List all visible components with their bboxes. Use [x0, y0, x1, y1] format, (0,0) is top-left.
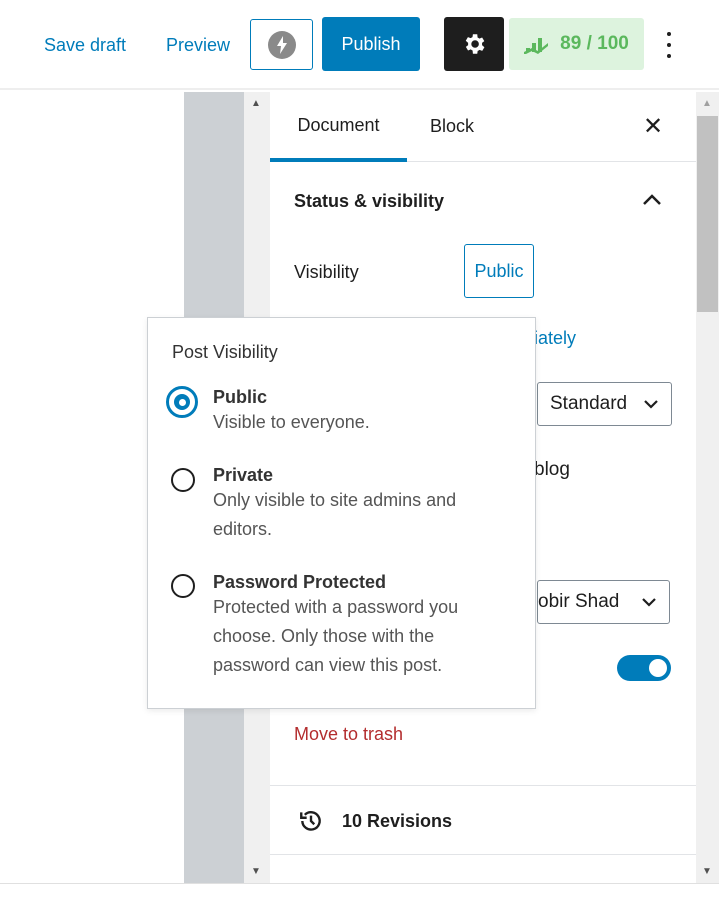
save-draft-button[interactable]: Save draft: [44, 35, 126, 56]
option-password-text: Password Protected Protected with a pass…: [213, 572, 503, 680]
more-options-button[interactable]: [667, 32, 671, 58]
chart-icon: [524, 38, 549, 54]
publish-date-link[interactable]: iately: [534, 328, 576, 349]
popover-title: Post Visibility: [172, 342, 278, 362]
option-label: Private: [213, 465, 274, 485]
revisions-link: 10 Revisions: [342, 811, 453, 831]
visibility-toggle-button[interactable]: Public: [464, 244, 534, 298]
option-label: Public: [213, 387, 268, 407]
option-label: Password Protected: [213, 572, 387, 592]
history-icon: [300, 811, 321, 831]
sticky-label: blog: [534, 459, 570, 480]
post-format-value: Standard: [550, 393, 628, 414]
sidebar-scrollbar[interactable]: ▲ ▼: [696, 92, 719, 883]
scroll-down-icon[interactable]: ▼: [702, 866, 712, 877]
close-icon[interactable]: ✕: [643, 112, 663, 141]
sidebar-tabs: Document Block ✕: [270, 92, 696, 162]
tab-document[interactable]: Document: [270, 92, 407, 162]
dot: [667, 43, 671, 47]
post-format-select[interactable]: Standard: [537, 382, 672, 426]
editor-header: Save draft Preview Publish 89 / 100: [0, 0, 719, 90]
seo-score-button[interactable]: 89 / 100: [509, 18, 644, 70]
scrollbar-thumb[interactable]: [697, 116, 718, 312]
settings-button[interactable]: [444, 17, 504, 71]
status-visibility-title[interactable]: Status & visibility: [294, 191, 444, 212]
author-select[interactable]: obir Shad: [537, 580, 670, 624]
revisions-panel[interactable]: 10 Revisions: [270, 785, 696, 855]
pending-review-toggle[interactable]: [617, 655, 671, 681]
post-visibility-popover: Post Visibility Public Visible to everyo…: [147, 317, 536, 709]
lightning-icon: [267, 30, 296, 59]
scroll-up-icon[interactable]: ▲: [702, 98, 712, 109]
tab-block[interactable]: Block: [430, 116, 474, 137]
seo-score: 89 / 100: [560, 33, 629, 54]
option-description: Visible to everyone.: [213, 412, 370, 432]
chevron-down-icon: [644, 400, 658, 409]
toggle-knob: [649, 659, 667, 677]
author-value: obir Shad: [538, 591, 620, 612]
dot: [667, 32, 671, 36]
gear-icon: [465, 34, 485, 54]
chevron-up-icon[interactable]: [642, 192, 662, 206]
scroll-up-icon[interactable]: ▲: [251, 98, 261, 109]
visibility-option-public[interactable]: [166, 386, 198, 418]
dot: [667, 54, 671, 58]
option-public-text: Public Visible to everyone.: [213, 387, 513, 437]
radio-public[interactable]: [166, 386, 198, 418]
option-description: Only visible to site admins and editors.: [213, 490, 457, 539]
amp-button[interactable]: [250, 19, 313, 70]
scroll-down-icon[interactable]: ▼: [251, 866, 261, 877]
preview-button[interactable]: Preview: [166, 35, 230, 56]
option-description: Protected with a password you choose. On…: [213, 597, 459, 675]
radio-password-protected[interactable]: [171, 574, 195, 598]
option-private-text: Private Only visible to site admins and …: [213, 465, 493, 544]
footer: [0, 883, 719, 918]
radio-private[interactable]: [171, 468, 195, 492]
visibility-label: Visibility: [294, 262, 359, 282]
move-to-trash-link[interactable]: Move to trash: [294, 724, 403, 745]
chevron-down-icon: [642, 598, 656, 607]
publish-button[interactable]: Publish: [322, 17, 420, 71]
